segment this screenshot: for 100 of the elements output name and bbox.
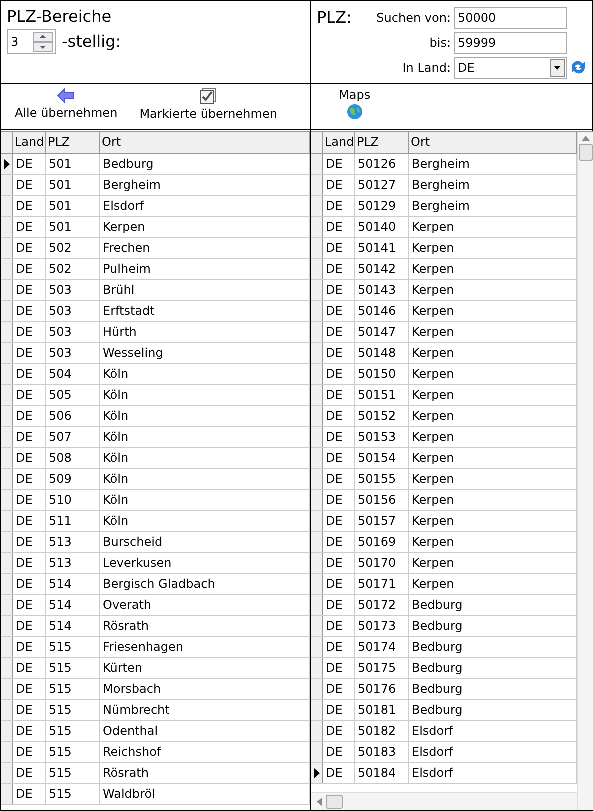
vertical-scrollbar[interactable] xyxy=(577,132,593,810)
maps-button[interactable]: Maps xyxy=(339,88,371,120)
table-cell: Rösrath xyxy=(100,763,310,783)
table-cell: 505 xyxy=(46,385,100,405)
table-cell: 501 xyxy=(46,175,100,195)
table-cell: Burscheid xyxy=(100,532,310,552)
scroll-thumb[interactable] xyxy=(579,144,593,161)
table-cell: DE xyxy=(323,574,355,594)
table-cell: DE xyxy=(13,490,46,510)
table-cell: DE xyxy=(13,553,46,573)
scroll-left-icon[interactable] xyxy=(317,798,322,806)
table-cell: DE xyxy=(13,301,46,321)
table-cell: DE xyxy=(13,679,46,699)
table-cell: 515 xyxy=(46,721,100,741)
table-cell: 515 xyxy=(46,742,100,762)
table-cell: Frechen xyxy=(100,238,310,258)
refresh-icon[interactable] xyxy=(570,59,587,76)
table-cell: Waldbröl xyxy=(100,784,310,804)
table-cell: DE xyxy=(13,364,46,384)
column-header[interactable]: Land xyxy=(323,132,355,154)
digits-spinner[interactable]: 3 xyxy=(7,29,56,54)
from-field[interactable]: 50000 xyxy=(454,6,567,28)
table-cell: 50127 xyxy=(355,175,409,195)
table-cell: 50173 xyxy=(355,616,409,636)
table-cell: DE xyxy=(323,406,355,426)
table-cell: 515 xyxy=(46,658,100,678)
table-cell: 50171 xyxy=(355,574,409,594)
table-cell: Erftstadt xyxy=(100,301,310,321)
table-cell: 50156 xyxy=(355,490,409,510)
to-field[interactable]: 59999 xyxy=(454,32,567,54)
country-label: In Land: xyxy=(402,60,451,74)
column-header[interactable]: PLZ xyxy=(355,132,409,154)
column-header[interactable]: Land xyxy=(13,132,46,154)
horizontal-scrollbar[interactable] xyxy=(311,792,577,810)
table-cell: 501 xyxy=(46,154,100,174)
table-cell: 501 xyxy=(46,217,100,237)
column-header[interactable]: Ort xyxy=(409,132,577,154)
row-header[interactable] xyxy=(311,763,323,783)
table-cell: DE xyxy=(13,427,46,447)
table-cell: 50146 xyxy=(355,301,409,321)
table-cell: DE xyxy=(13,700,46,720)
table-cell: 50129 xyxy=(355,196,409,216)
table-cell: 507 xyxy=(46,427,100,447)
dropdown-caret-icon[interactable] xyxy=(554,66,561,70)
table-cell: 50150 xyxy=(355,364,409,384)
table-cell: DE xyxy=(323,637,355,657)
table-cell: 502 xyxy=(46,238,100,258)
table-cell: Pulheim xyxy=(100,259,310,279)
table-cell: 515 xyxy=(46,784,100,804)
table-cell: 50182 xyxy=(355,721,409,741)
table-cell: 50151 xyxy=(355,385,409,405)
table-cell: DE xyxy=(323,469,355,489)
table-cell: DE xyxy=(13,385,46,405)
table-cell: 50184 xyxy=(355,763,409,783)
table-cell: Bedburg xyxy=(100,154,310,174)
table-cell: DE xyxy=(13,742,46,762)
table-cell: DE xyxy=(323,511,355,531)
table-cell: DE xyxy=(323,679,355,699)
table-cell: 50147 xyxy=(355,322,409,342)
checkbox-icon xyxy=(200,88,218,105)
spinner-arrows-icon[interactable] xyxy=(33,32,53,52)
table-cell: 515 xyxy=(46,700,100,720)
table-cell: DE xyxy=(323,742,355,762)
table-cell: 504 xyxy=(46,364,100,384)
table-cell: Rösrath xyxy=(100,616,310,636)
table-cell: DE xyxy=(13,532,46,552)
table-cell: DE xyxy=(13,217,46,237)
table-cell: Friesenhagen xyxy=(100,637,310,657)
table-cell: Odenthal xyxy=(100,721,310,741)
table-cell: 50170 xyxy=(355,553,409,573)
toolbar-button[interactable]: Alle übernehmen xyxy=(15,88,118,120)
table-cell: DE xyxy=(323,385,355,405)
table-cell: DE xyxy=(13,574,46,594)
column-header[interactable]: PLZ xyxy=(46,132,100,154)
table-cell: 50169 xyxy=(355,532,409,552)
table-cell: 510 xyxy=(46,490,100,510)
scroll-up-icon[interactable] xyxy=(582,136,590,141)
table-cell: DE xyxy=(323,175,355,195)
table-cell: Kerpen xyxy=(100,217,310,237)
row-header[interactable] xyxy=(1,154,13,174)
toolbar-button[interactable]: Markierte übernehmen xyxy=(140,88,278,121)
table-cell: DE xyxy=(13,511,46,531)
column-header[interactable]: Ort xyxy=(100,132,310,154)
scroll-thumb[interactable] xyxy=(326,794,343,808)
to-label: bis: xyxy=(428,36,451,50)
table-cell: DE xyxy=(13,238,46,258)
table-cell: DE xyxy=(323,154,355,174)
digits-label: -stellig: xyxy=(62,32,122,51)
country-dropdown[interactable]: DE xyxy=(454,56,567,78)
table-cell: 503 xyxy=(46,301,100,321)
table-cell: Köln xyxy=(100,511,310,531)
table-cell: DE xyxy=(323,301,355,321)
table-cell: 515 xyxy=(46,637,100,657)
table-cell: DE xyxy=(13,175,46,195)
table-cell: 50154 xyxy=(355,448,409,468)
table-cell: Morsbach xyxy=(100,679,310,699)
table-cell: DE xyxy=(323,280,355,300)
table-cell: Brühl xyxy=(100,280,310,300)
table-cell: DE xyxy=(13,784,46,804)
table-cell: DE xyxy=(13,658,46,678)
